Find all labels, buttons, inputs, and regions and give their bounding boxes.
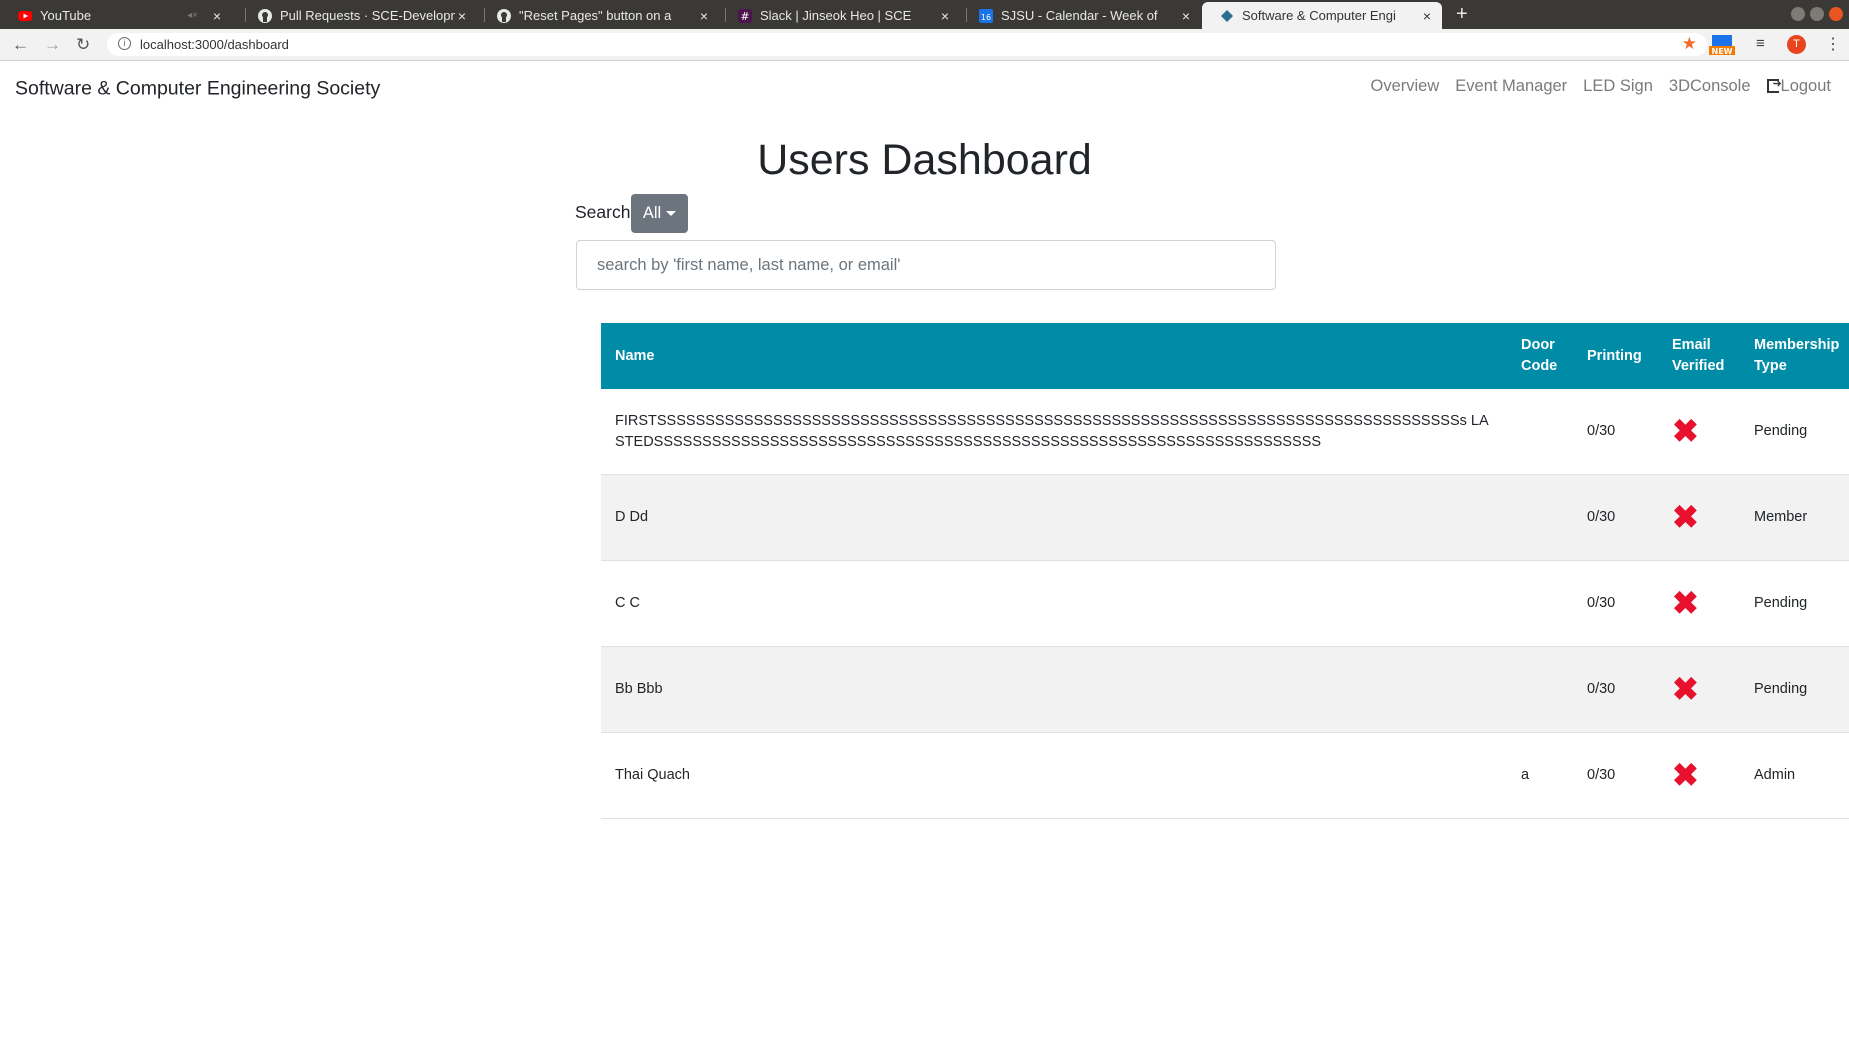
media-queue-icon[interactable]: ≡ [1756, 35, 1765, 52]
membership-type: Member [1740, 474, 1849, 561]
user-name: Bb Bbb [601, 646, 1507, 733]
maximize-icon[interactable] [1810, 7, 1824, 21]
slack-icon: # [738, 8, 752, 23]
door-code [1507, 646, 1573, 733]
url-text: localhost:3000/dashboard [140, 37, 289, 52]
user-name: C C [601, 560, 1507, 647]
tab-title: YouTube [40, 8, 92, 23]
youtube-icon [18, 9, 32, 23]
svg-text:16: 16 [981, 13, 991, 22]
email-unverified-icon: ✖ [1658, 474, 1740, 561]
search-input[interactable] [576, 240, 1276, 290]
tab-title: Slack | Jinseok Heo | SCE [760, 8, 912, 23]
nav-links: Overview Event Manager LED Sign 3DConsol… [1371, 77, 1832, 96]
nav-link-3dconsole[interactable]: 3DConsole [1669, 77, 1751, 96]
printing-count: 0/30 [1573, 560, 1658, 647]
table-row[interactable]: FIRSTSSSSSSSSSSSSSSSSSSSSSSSSSSSSSSSSSSS… [601, 389, 1849, 475]
tab-title: SJSU - Calendar - Week of [1001, 8, 1158, 23]
mute-icon[interactable]: ◂× [187, 10, 198, 21]
door-code: a [1507, 732, 1573, 819]
membership-type: Pending [1740, 646, 1849, 733]
close-icon[interactable]: × [938, 8, 952, 24]
logout-icon [1766, 77, 1782, 93]
table-row[interactable]: C C 0/30 ✖ Pending [601, 560, 1849, 647]
printing-count: 0/30 [1573, 646, 1658, 733]
table-row[interactable]: Thai Quach a 0/30 ✖ Admin [601, 732, 1849, 819]
table-row[interactable]: D Dd 0/30 ✖ Member [601, 474, 1849, 561]
address-bar[interactable]: i localhost:3000/dashboard ★ [107, 33, 1707, 56]
caret-down-icon [666, 211, 677, 216]
calendar-icon: 16 [979, 8, 993, 23]
header-membership-type: Membership Type [1754, 337, 1840, 374]
logout-link[interactable]: Logout [1766, 77, 1831, 96]
nav-link-led-sign[interactable]: LED Sign [1583, 77, 1653, 96]
membership-type: Pending [1740, 389, 1849, 475]
new-tab-icon[interactable]: + [1456, 3, 1468, 26]
tab-pull-requests[interactable]: Pull Requests · SCE-Development × [240, 2, 477, 29]
door-code [1507, 560, 1573, 647]
email-unverified-icon: ✖ [1658, 732, 1740, 819]
page-title: Users Dashboard [757, 136, 1092, 184]
user-name: D Dd [601, 474, 1507, 561]
table-header-row: Name Door Code Printing Email Verified M… [601, 323, 1849, 389]
filter-value: All [642, 204, 662, 222]
search-label: Search [575, 202, 631, 222]
tab-sjsu-calendar[interactable]: 16 SJSU - Calendar - Week of × [961, 2, 1201, 29]
tab-title: Pull Requests · SCE-Development [280, 8, 455, 23]
extension-new-icon[interactable]: NEW [1709, 34, 1735, 61]
site-info-icon[interactable]: i [118, 37, 131, 50]
door-code [1507, 474, 1573, 561]
printing-count: 0/30 [1573, 732, 1658, 819]
brand-title[interactable]: Software & Computer Engineering Society [15, 78, 380, 101]
tab-slack[interactable]: # Slack | Jinseok Heo | SCE × [720, 2, 960, 29]
table-row[interactable]: Bb Bbb 0/30 ✖ Pending [601, 646, 1849, 733]
svg-text:NEW: NEW [1712, 47, 1733, 56]
menu-kebab-icon[interactable]: ⋮ [1825, 34, 1841, 54]
tab-reset-pages-issue[interactable]: "Reset Pages" button on a × [479, 2, 719, 29]
browser-tab-strip: YouTube ◂× × Pull Requests · SCE-Develop… [0, 0, 1849, 29]
header-name: Name [615, 347, 655, 364]
browser-toolbar: ← → ↻ i localhost:3000/dashboard ★ NEW ≡… [0, 29, 1849, 61]
header-printing: Printing [1587, 347, 1642, 364]
profile-avatar[interactable]: T [1787, 34, 1806, 54]
door-code [1507, 389, 1573, 475]
close-icon[interactable]: × [697, 8, 711, 24]
email-unverified-icon: ✖ [1658, 646, 1740, 733]
search-filter-dropdown[interactable]: All [631, 194, 688, 233]
nav-link-overview[interactable]: Overview [1371, 77, 1440, 96]
email-unverified-icon: ✖ [1658, 560, 1740, 647]
app-navbar: Software & Computer Engineering Society … [0, 61, 1849, 111]
nav-link-event-manager[interactable]: Event Manager [1455, 77, 1567, 96]
github-icon [497, 8, 511, 23]
membership-type: Pending [1740, 560, 1849, 647]
printing-count: 0/30 [1573, 389, 1658, 475]
close-icon[interactable]: × [1179, 8, 1193, 24]
sce-icon [1220, 9, 1234, 23]
user-name: FIRSTSSSSSSSSSSSSSSSSSSSSSSSSSSSSSSSSSSS… [601, 389, 1507, 475]
close-icon[interactable]: × [1420, 8, 1434, 24]
email-unverified-icon: ✖ [1658, 389, 1740, 475]
close-icon[interactable]: × [455, 8, 469, 24]
header-email-verified: Email Verified [1672, 337, 1725, 374]
membership-type: Admin [1740, 732, 1849, 819]
minimize-icon[interactable] [1791, 7, 1805, 21]
bookmark-star-icon[interactable]: ★ [1682, 34, 1697, 54]
github-icon [258, 8, 272, 23]
forward-icon[interactable]: → [44, 35, 61, 55]
tab-title: "Reset Pages" button on a [519, 8, 672, 23]
svg-text:#: # [740, 10, 749, 23]
reload-icon[interactable]: ↻ [76, 35, 90, 55]
logout-label: Logout [1780, 77, 1831, 95]
user-name: Thai Quach [601, 732, 1507, 819]
header-door-code: Door Code [1521, 337, 1558, 374]
close-icon[interactable]: × [210, 8, 224, 24]
back-icon[interactable]: ← [12, 35, 29, 55]
close-window-icon[interactable] [1829, 7, 1843, 21]
tab-youtube[interactable]: YouTube ◂× × [0, 2, 232, 29]
tab-sce-active[interactable]: Software & Computer Engi × [1202, 2, 1442, 29]
tab-title: Software & Computer Engi [1242, 8, 1396, 23]
printing-count: 0/30 [1573, 474, 1658, 561]
users-table: Name Door Code Printing Email Verified M… [601, 323, 1849, 819]
